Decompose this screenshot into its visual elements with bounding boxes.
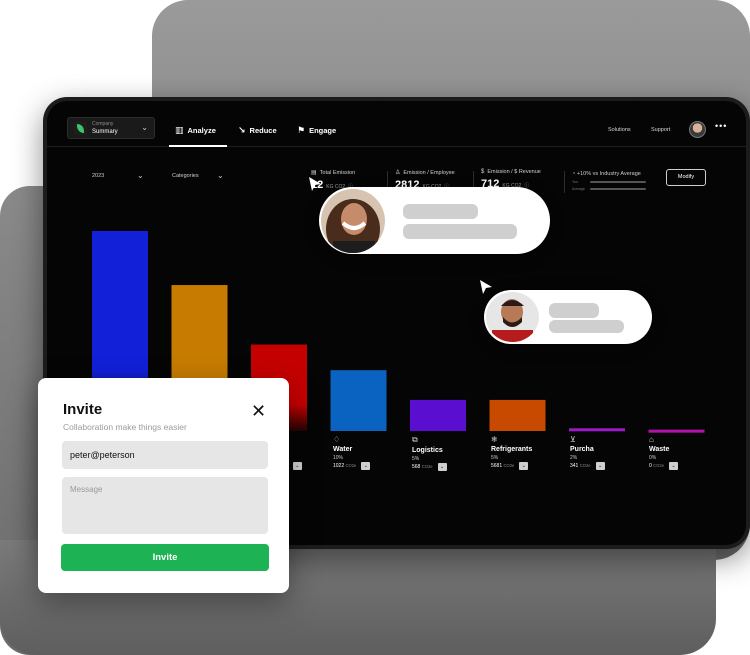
placeholder-line: [549, 303, 599, 318]
category-value: 568: [412, 464, 421, 470]
invite-title: Invite: [63, 401, 103, 418]
invite-subtitle: Collaboration make things easier: [63, 422, 187, 432]
chevron-down-icon[interactable]: ⌄: [669, 462, 679, 470]
category-percent: 5%: [491, 455, 499, 461]
category-unit: CO2e: [421, 464, 433, 469]
invite-dialog: Invite ✕ Collaboration make things easie…: [38, 378, 289, 593]
snowflake-icon: ❄: [491, 435, 498, 444]
category-percent: 5%: [412, 456, 420, 462]
category-name: Purcha: [570, 446, 594, 453]
placeholder-line: [549, 320, 624, 333]
collaborator-avatar: [486, 292, 539, 342]
placeholder-line: [403, 204, 478, 219]
category-name: Refrigerants: [491, 446, 533, 453]
trash-icon: ⌂: [649, 435, 654, 444]
box-icon: ⧉: [412, 435, 418, 444]
category-unit: CO2e: [345, 463, 357, 468]
cursor-arrow-icon: [480, 280, 492, 294]
chevron-down-icon[interactable]: ⌄: [361, 462, 371, 470]
category-logistics: ⧉ Logistics 5% 568 CO2e ⌄: [412, 435, 482, 471]
category-waste: ⌂ Waste 0% 0 CO2e ⌄: [649, 435, 719, 470]
cursor-arrow-icon: [309, 177, 321, 191]
category-percent: 0%: [649, 455, 657, 461]
invite-button[interactable]: Invite: [61, 544, 269, 571]
bar-waste[interactable]: [648, 429, 705, 433]
chevron-down-icon[interactable]: ⌄: [595, 462, 605, 470]
category-refrigerants: ❄ Refrigerants 5% 5681 CO2e ⌄: [491, 435, 561, 470]
collaborator-bubble-man: [484, 290, 652, 344]
email-field[interactable]: [62, 441, 268, 469]
placeholder-line: [403, 224, 517, 239]
bar-logistics[interactable]: [410, 399, 466, 431]
category-unit: CO2e: [653, 463, 665, 468]
category-unit: CO2e: [579, 463, 591, 468]
woman-portrait: [321, 189, 385, 253]
category-percent: 2%: [570, 455, 578, 461]
category-purchase: ⊻ Purcha 2% 341 CO2e ⌄: [570, 435, 640, 470]
collaborator-bubble-woman: [319, 187, 550, 254]
category-value: 0: [649, 463, 652, 469]
bar-purcha[interactable]: [569, 428, 625, 432]
message-field[interactable]: [62, 477, 268, 534]
chevron-down-icon[interactable]: ⌄: [292, 462, 302, 470]
category-name: Waste: [649, 446, 670, 453]
category-value: 341: [570, 463, 579, 469]
close-icon[interactable]: ✕: [251, 402, 266, 420]
man-portrait: [486, 292, 539, 342]
collaborator-avatar: [321, 189, 385, 253]
cart-icon: ⊻: [570, 435, 576, 444]
bar-refrigerants[interactable]: [489, 399, 546, 431]
category-unit: CO2e: [503, 463, 515, 468]
chevron-down-icon[interactable]: ⌄: [519, 462, 529, 470]
category-value: 5681: [491, 463, 503, 469]
bar-water[interactable]: [330, 370, 387, 431]
chevron-down-icon[interactable]: ⌄: [437, 463, 447, 471]
category-name: Logistics: [412, 447, 443, 454]
